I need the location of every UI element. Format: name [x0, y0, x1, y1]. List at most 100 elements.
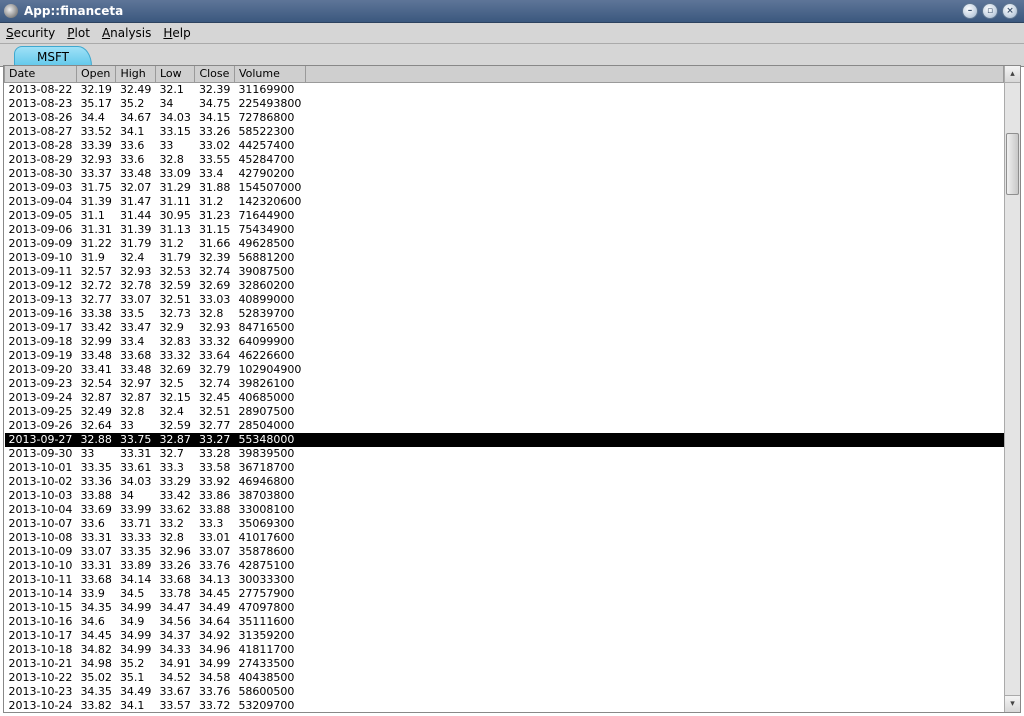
table-row[interactable]: 2013-09-0631.3131.3931.1331.1575434900	[5, 223, 1004, 237]
menu-security[interactable]: Security	[6, 26, 55, 40]
table-row[interactable]: 2013-08-2733.5234.133.1533.2658522300	[5, 125, 1004, 139]
table-row[interactable]: 2013-10-0233.3634.0333.2933.9246946800	[5, 475, 1004, 489]
table-row[interactable]: 2013-09-1633.3833.532.7332.852839700	[5, 307, 1004, 321]
table-scroll-area[interactable]: Date Open High Low Close Volume 2013-08-…	[4, 66, 1004, 712]
table-row[interactable]: 2013-10-1834.8234.9934.3334.9641811700	[5, 643, 1004, 657]
table-row[interactable]: 2013-09-2432.8732.8732.1532.4540685000	[5, 391, 1004, 405]
table-row[interactable]: 2013-09-2732.8833.7532.8733.2755348000	[5, 433, 1004, 447]
cell: 32.69	[195, 279, 235, 293]
cell: 32860200	[234, 279, 305, 293]
cell: 34.99	[195, 657, 235, 671]
cell: 2013-10-04	[5, 503, 77, 517]
table-row[interactable]: 2013-08-2232.1932.4932.132.3931169900	[5, 82, 1004, 97]
menu-analysis[interactable]: Analysis	[102, 26, 151, 40]
cell: 2013-10-15	[5, 601, 77, 615]
table-row[interactable]: 2013-09-0931.2231.7931.231.6649628500	[5, 237, 1004, 251]
table-row[interactable]: 2013-10-0733.633.7133.233.335069300	[5, 517, 1004, 531]
table-row[interactable]: 2013-09-0531.131.4430.9531.2371644900	[5, 209, 1004, 223]
window-titlebar[interactable]: App::financeta – ▫ ×	[0, 0, 1024, 23]
cell: 34.58	[195, 671, 235, 685]
table-row[interactable]: 2013-09-1832.9933.432.8333.3264099900	[5, 335, 1004, 349]
scroll-down-arrow-icon[interactable]: ▾	[1005, 695, 1020, 712]
cell: 2013-10-01	[5, 461, 77, 475]
cell: 34.14	[116, 573, 156, 587]
menu-help[interactable]: Help	[163, 26, 190, 40]
cell: 32.87	[76, 391, 116, 405]
table-row[interactable]: 2013-10-1634.634.934.5634.6435111600	[5, 615, 1004, 629]
maximize-button[interactable]: ▫	[982, 3, 998, 19]
cell: 2013-08-23	[5, 97, 77, 111]
cell: 2013-10-21	[5, 657, 77, 671]
vertical-scrollbar[interactable]: ▴ ▾	[1004, 66, 1020, 712]
scroll-track[interactable]	[1005, 83, 1020, 695]
table-row[interactable]: 2013-10-0933.0733.3532.9633.0735878600	[5, 545, 1004, 559]
cell: 32.69	[155, 363, 195, 377]
table-row[interactable]: 2013-10-1433.934.533.7834.4527757900	[5, 587, 1004, 601]
table-row[interactable]: 2013-08-2833.3933.63333.0244257400	[5, 139, 1004, 153]
table-row[interactable]: 2013-09-1031.932.431.7932.3956881200	[5, 251, 1004, 265]
cell: 55348000	[234, 433, 305, 447]
table-row[interactable]: 2013-10-0133.3533.6133.333.5836718700	[5, 461, 1004, 475]
table-row[interactable]: 2013-08-3033.3733.4833.0933.442790200	[5, 167, 1004, 181]
table-row[interactable]: 2013-10-0433.6933.9933.6233.8833008100	[5, 503, 1004, 517]
column-header-date[interactable]: Date	[5, 66, 77, 82]
table-row[interactable]: 2013-09-2532.4932.832.432.5128907500	[5, 405, 1004, 419]
cell: 34.35	[76, 685, 116, 699]
table-row[interactable]: 2013-10-0833.3133.3332.833.0141017600	[5, 531, 1004, 545]
cell: 39087500	[234, 265, 305, 279]
scroll-up-arrow-icon[interactable]: ▴	[1005, 66, 1020, 83]
table-row[interactable]: 2013-08-2335.1735.23434.75225493800	[5, 97, 1004, 111]
menu-plot[interactable]: Plot	[67, 26, 90, 40]
table-row[interactable]: 2013-09-1132.5732.9332.5332.7439087500	[5, 265, 1004, 279]
cell: 31.39	[76, 195, 116, 209]
scroll-thumb[interactable]	[1006, 133, 1019, 195]
tab-msft[interactable]: MSFT	[14, 46, 92, 67]
table-row[interactable]: 2013-10-2134.9835.234.9134.9927433500	[5, 657, 1004, 671]
table-row[interactable]: 2013-10-0333.883433.4233.8638703800	[5, 489, 1004, 503]
column-header-close[interactable]: Close	[195, 66, 235, 82]
table-row[interactable]: 2013-10-1133.6834.1433.6834.1330033300	[5, 573, 1004, 587]
table-row[interactable]: 2013-10-1534.3534.9934.4734.4947097800	[5, 601, 1004, 615]
cell: 33.31	[76, 559, 116, 573]
table-row[interactable]: 2013-09-1232.7232.7832.5932.6932860200	[5, 279, 1004, 293]
table-row[interactable]: 2013-10-2334.3534.4933.6733.7658600500	[5, 685, 1004, 699]
table-row[interactable]: 2013-09-1933.4833.6833.3233.6446226600	[5, 349, 1004, 363]
close-button[interactable]: ×	[1002, 3, 1018, 19]
table-row[interactable]: 2013-10-2235.0235.134.5234.5840438500	[5, 671, 1004, 685]
table-row[interactable]: 2013-09-1733.4233.4732.932.9384716500	[5, 321, 1004, 335]
cell: 2013-10-22	[5, 671, 77, 685]
table-row[interactable]: 2013-09-2332.5432.9732.532.7439826100	[5, 377, 1004, 391]
cell: 33.68	[76, 573, 116, 587]
column-header-volume[interactable]: Volume	[234, 66, 305, 82]
cell: 33.26	[195, 125, 235, 139]
cell: 33.26	[155, 559, 195, 573]
cell: 72786800	[234, 111, 305, 125]
cell: 31.15	[195, 223, 235, 237]
table-row[interactable]: 2013-10-1033.3133.8933.2633.7642875100	[5, 559, 1004, 573]
table-row[interactable]: 2013-09-1332.7733.0732.5133.0340899000	[5, 293, 1004, 307]
table-row[interactable]: 2013-09-2033.4133.4832.6932.79102904900	[5, 363, 1004, 377]
table-row[interactable]: 2013-09-0431.3931.4731.1131.2142320600	[5, 195, 1004, 209]
table-row[interactable]: 2013-09-303333.3132.733.2839839500	[5, 447, 1004, 461]
table-row[interactable]: 2013-10-2433.8234.133.5733.7253209700	[5, 699, 1004, 713]
column-header-open[interactable]: Open	[76, 66, 116, 82]
cell: 38703800	[234, 489, 305, 503]
table-row[interactable]: 2013-09-2632.643332.5932.7728504000	[5, 419, 1004, 433]
cell: 33	[76, 447, 116, 461]
cell: 2013-10-24	[5, 699, 77, 713]
table-row[interactable]: 2013-08-2634.434.6734.0334.1572786800	[5, 111, 1004, 125]
cell: 33.88	[76, 489, 116, 503]
minimize-button[interactable]: –	[962, 3, 978, 19]
cell: 35878600	[234, 545, 305, 559]
table-row[interactable]: 2013-09-0331.7532.0731.2931.88154507000	[5, 181, 1004, 195]
table-row[interactable]: 2013-10-1734.4534.9934.3734.9231359200	[5, 629, 1004, 643]
cell: 33.47	[116, 321, 156, 335]
cell: 35.2	[116, 97, 156, 111]
table-row[interactable]: 2013-08-2932.9333.632.833.5545284700	[5, 153, 1004, 167]
cell: 33.07	[195, 545, 235, 559]
cell: 33.41	[76, 363, 116, 377]
cell: 41017600	[234, 531, 305, 545]
column-header-low[interactable]: Low	[155, 66, 195, 82]
cell: 33.99	[116, 503, 156, 517]
column-header-high[interactable]: High	[116, 66, 156, 82]
